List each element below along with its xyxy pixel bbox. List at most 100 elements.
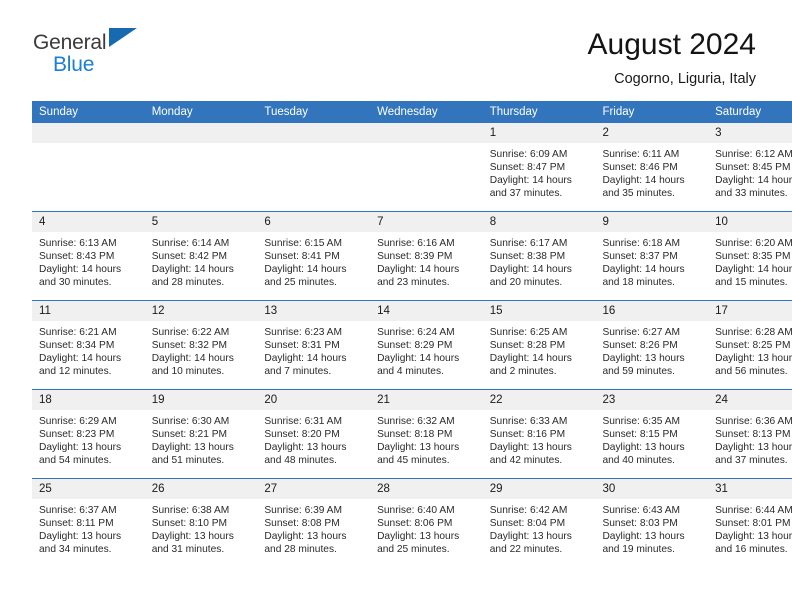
day-number: 23 xyxy=(595,389,709,410)
general-blue-logo: General Blue xyxy=(33,26,153,75)
day-details: Sunrise: 6:35 AM Sunset: 8:15 PM Daylight:… xyxy=(595,410,708,468)
daylight-text-line1: Daylight: 13 hours xyxy=(264,442,347,453)
day-cell[interactable]: 15 Sunrise: 6:25 AM Sunset: 8:28 PM Dayligh… xyxy=(482,299,596,390)
day-number: 22 xyxy=(482,389,596,410)
day-cell[interactable]: 16 Sunrise: 6:27 AM Sunset: 8:26 PM Dayligh… xyxy=(595,299,709,390)
day-cell[interactable]: 2 Sunrise: 6:11 AM Sunset: 8:46 PM Daylight… xyxy=(595,122,709,212)
day-number: 27 xyxy=(257,478,371,499)
day-cell[interactable]: 19 Sunrise: 6:30 AM Sunset: 8:21 PM Dayligh… xyxy=(144,388,258,479)
daylight-text-line2: and 30 minutes. xyxy=(39,277,112,289)
day-details: Sunrise: 6:36 AM Sunset: 8:13 PM Daylight:… xyxy=(708,410,792,468)
daylight-text-line1: Daylight: 14 hours xyxy=(377,264,460,275)
day-cell[interactable]: 13 Sunrise: 6:23 AM Sunset: 8:31 PM Dayligh… xyxy=(257,299,371,390)
day-cell[interactable]: 11 Sunrise: 6:21 AM Sunset: 8:34 PM Dayligh… xyxy=(32,299,145,390)
daylight-text-line2: and 33 minutes. xyxy=(715,188,788,200)
day-cell[interactable]: 8 Sunrise: 6:17 AM Sunset: 8:38 PM Daylight… xyxy=(482,210,596,301)
day-details: Sunrise: 6:24 AM Sunset: 8:29 PM Daylight:… xyxy=(370,321,483,379)
day-cell[interactable]: 22 Sunrise: 6:33 AM Sunset: 8:16 PM Dayligh… xyxy=(482,388,596,479)
day-cell[interactable]: 7 Sunrise: 6:16 AM Sunset: 8:39 PM Daylight… xyxy=(370,210,483,301)
day-cell[interactable]: 31 Sunrise: 6:44 AM Sunset: 8:01 PM Dayligh… xyxy=(708,477,792,567)
sunset-text: Sunset: 8:04 PM xyxy=(489,517,566,529)
day-number: 1 xyxy=(482,122,596,143)
day-cell[interactable]: 5 Sunrise: 6:14 AM Sunset: 8:42 PM Daylight… xyxy=(144,210,258,301)
day-cell[interactable]: 9 Sunrise: 6:18 AM Sunset: 8:37 PM Daylight… xyxy=(595,210,709,301)
day-details: Sunrise: 6:14 AM Sunset: 8:42 PM Daylight:… xyxy=(145,232,258,290)
daylight-text-line2: and 16 minutes. xyxy=(715,544,788,556)
sunrise-text: Sunrise: 6:32 AM xyxy=(377,415,455,427)
page-title: August 2024 xyxy=(587,28,756,61)
day-cell[interactable]: 12 Sunrise: 6:22 AM Sunset: 8:32 PM Dayligh… xyxy=(144,299,258,390)
day-number: 28 xyxy=(370,478,483,499)
day-number: 30 xyxy=(595,478,709,499)
sunrise-text: Sunrise: 6:31 AM xyxy=(264,415,342,427)
daylight-text-line2: and 12 minutes. xyxy=(39,366,112,378)
day-cell[interactable]: 26 Sunrise: 6:38 AM Sunset: 8:10 PM Dayligh… xyxy=(144,477,258,567)
day-number: 2 xyxy=(595,122,709,143)
sunset-text: Sunset: 8:18 PM xyxy=(377,428,453,440)
day-cell[interactable]: 30 Sunrise: 6:43 AM Sunset: 8:03 PM Dayligh… xyxy=(595,477,709,567)
daylight-text-line2: and 28 minutes. xyxy=(151,277,225,289)
daylight-text-line2: and 37 minutes. xyxy=(715,455,788,467)
sunset-text: Sunset: 8:39 PM xyxy=(377,250,453,262)
day-cell[interactable]: 24 Sunrise: 6:36 AM Sunset: 8:13 PM Dayligh… xyxy=(708,388,792,479)
weekday-header-saturday: Saturday xyxy=(708,100,792,123)
day-cell[interactable]: 14 Sunrise: 6:24 AM Sunset: 8:29 PM Dayligh… xyxy=(370,299,483,390)
day-details: Sunrise: 6:22 AM Sunset: 8:32 PM Daylight:… xyxy=(145,321,258,379)
day-cell[interactable]: 28 Sunrise: 6:40 AM Sunset: 8:06 PM Dayligh… xyxy=(370,477,483,567)
day-details: Sunrise: 6:12 AM Sunset: 8:45 PM Daylight:… xyxy=(708,143,792,201)
day-cell[interactable]: 21 Sunrise: 6:32 AM Sunset: 8:18 PM Dayligh… xyxy=(370,388,483,479)
day-number: 24 xyxy=(708,389,792,410)
day-cell[interactable]: 20 Sunrise: 6:31 AM Sunset: 8:20 PM Dayligh… xyxy=(257,388,371,479)
day-cell[interactable]: 3 Sunrise: 6:12 AM Sunset: 8:45 PM Daylight… xyxy=(708,122,792,212)
daylight-text-line2: and 18 minutes. xyxy=(602,277,675,289)
day-cell[interactable]: 27 Sunrise: 6:39 AM Sunset: 8:08 PM Dayligh… xyxy=(257,477,371,567)
day-number: 31 xyxy=(708,478,792,499)
daylight-text-line1: Daylight: 13 hours xyxy=(602,353,685,364)
day-cell[interactable]: 10 Sunrise: 6:20 AM Sunset: 8:35 PM Dayligh… xyxy=(708,210,792,301)
daylight-text-line1: Daylight: 14 hours xyxy=(602,175,685,186)
day-cell[interactable]: 18 Sunrise: 6:29 AM Sunset: 8:23 PM Dayligh… xyxy=(32,388,145,479)
sunrise-text: Sunrise: 6:27 AM xyxy=(602,326,681,338)
daylight-text-line2: and 2 minutes. xyxy=(489,366,557,378)
day-cell[interactable]: 1 Sunrise: 6:09 AM Sunset: 8:47 PM Daylight… xyxy=(482,122,596,212)
day-cell[interactable]: 4 Sunrise: 6:13 AM Sunset: 8:43 PM Daylight… xyxy=(32,210,145,301)
day-details: Sunrise: 6:30 AM Sunset: 8:21 PM Daylight:… xyxy=(145,410,258,468)
calendar-page: General Blue August 2024 Cogorno, Liguri… xyxy=(0,0,792,612)
sunset-text: Sunset: 8:13 PM xyxy=(715,428,791,440)
day-number: 19 xyxy=(144,389,258,410)
day-details: Sunrise: 6:27 AM Sunset: 8:26 PM Daylight:… xyxy=(595,321,708,379)
weekday-header-thursday: Thursday xyxy=(482,100,596,123)
daylight-text-line2: and 45 minutes. xyxy=(377,455,450,467)
day-cell[interactable]: 17 Sunrise: 6:28 AM Sunset: 8:25 PM Dayligh… xyxy=(708,299,792,390)
daylight-text-line1: Daylight: 13 hours xyxy=(264,531,347,542)
day-number: 25 xyxy=(32,478,145,499)
daylight-text-line2: and 19 minutes. xyxy=(602,544,675,556)
sunrise-text: Sunrise: 6:40 AM xyxy=(377,504,455,516)
sunset-text: Sunset: 8:31 PM xyxy=(264,339,340,351)
daylight-text-line2: and 23 minutes. xyxy=(377,277,450,289)
daylight-text-line1: Daylight: 14 hours xyxy=(602,264,685,275)
daylight-text-line1: Daylight: 14 hours xyxy=(39,353,122,364)
daylight-text-line2: and 37 minutes. xyxy=(489,188,563,200)
sunrise-text: Sunrise: 6:15 AM xyxy=(264,237,342,249)
sunset-text: Sunset: 8:37 PM xyxy=(602,250,678,262)
logo-text-general: General xyxy=(33,31,107,54)
day-cell[interactable]: 29 Sunrise: 6:42 AM Sunset: 8:04 PM Dayligh… xyxy=(482,477,596,567)
sunset-text: Sunset: 8:42 PM xyxy=(151,250,228,262)
day-cell-empty xyxy=(257,122,371,212)
calendar-week-row: 11 Sunrise: 6:21 AM Sunset: 8:34 PM Dayligh… xyxy=(32,299,792,390)
day-cell[interactable]: 23 Sunrise: 6:35 AM Sunset: 8:15 PM Dayligh… xyxy=(595,388,709,479)
weekday-header-monday: Monday xyxy=(144,100,258,123)
daylight-text-line2: and 22 minutes. xyxy=(489,544,563,556)
sunset-text: Sunset: 8:08 PM xyxy=(264,517,340,529)
sunrise-text: Sunrise: 6:16 AM xyxy=(377,237,455,249)
sunrise-text: Sunrise: 6:39 AM xyxy=(264,504,342,516)
day-details: Sunrise: 6:32 AM Sunset: 8:18 PM Daylight:… xyxy=(370,410,483,468)
day-details: Sunrise: 6:44 AM Sunset: 8:01 PM Daylight:… xyxy=(708,499,792,557)
sunset-text: Sunset: 8:46 PM xyxy=(602,161,678,173)
day-cell[interactable]: 6 Sunrise: 6:15 AM Sunset: 8:41 PM Daylight… xyxy=(257,210,371,301)
sunset-text: Sunset: 8:28 PM xyxy=(489,339,566,351)
daylight-text-line1: Daylight: 13 hours xyxy=(602,442,685,453)
day-cell[interactable]: 25 Sunrise: 6:37 AM Sunset: 8:11 PM Dayligh… xyxy=(32,477,145,567)
sunrise-text: Sunrise: 6:44 AM xyxy=(715,504,792,516)
